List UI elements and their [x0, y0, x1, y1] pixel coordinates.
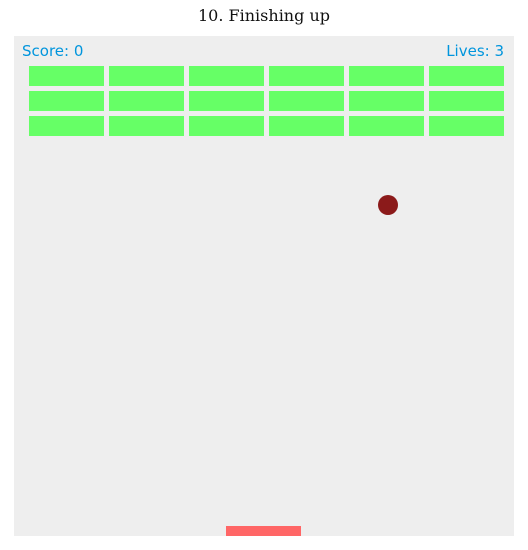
brick-r1-c3 — [189, 66, 264, 86]
brick-r2-c6 — [429, 91, 504, 111]
paddle[interactable] — [226, 526, 301, 536]
brick-r1-c5 — [349, 66, 424, 86]
brick-r3-c2 — [109, 116, 184, 136]
brick-r2-c4 — [269, 91, 344, 111]
brick-r2-c1 — [29, 91, 104, 111]
brick-r1-c1 — [29, 66, 104, 86]
brick-r2-c2 — [109, 91, 184, 111]
brick-r3-c5 — [349, 116, 424, 136]
brick-r3-c3 — [189, 116, 264, 136]
brick-r1-c6 — [429, 66, 504, 86]
brick-r2-c5 — [349, 91, 424, 111]
brick-r3-c1 — [29, 116, 104, 136]
brick-r3-c6 — [429, 116, 504, 136]
lives-display: Lives: 3 — [446, 42, 504, 60]
game-canvas[interactable]: Score: 0 Lives: 3 — [14, 36, 514, 536]
brick-r1-c4 — [269, 66, 344, 86]
page-title: 10. Finishing up — [198, 6, 330, 25]
brick-r3-c4 — [269, 116, 344, 136]
brick-r1-c2 — [109, 66, 184, 86]
score-display: Score: 0 — [22, 42, 84, 60]
ball — [378, 195, 398, 215]
brick-r2-c3 — [189, 91, 264, 111]
